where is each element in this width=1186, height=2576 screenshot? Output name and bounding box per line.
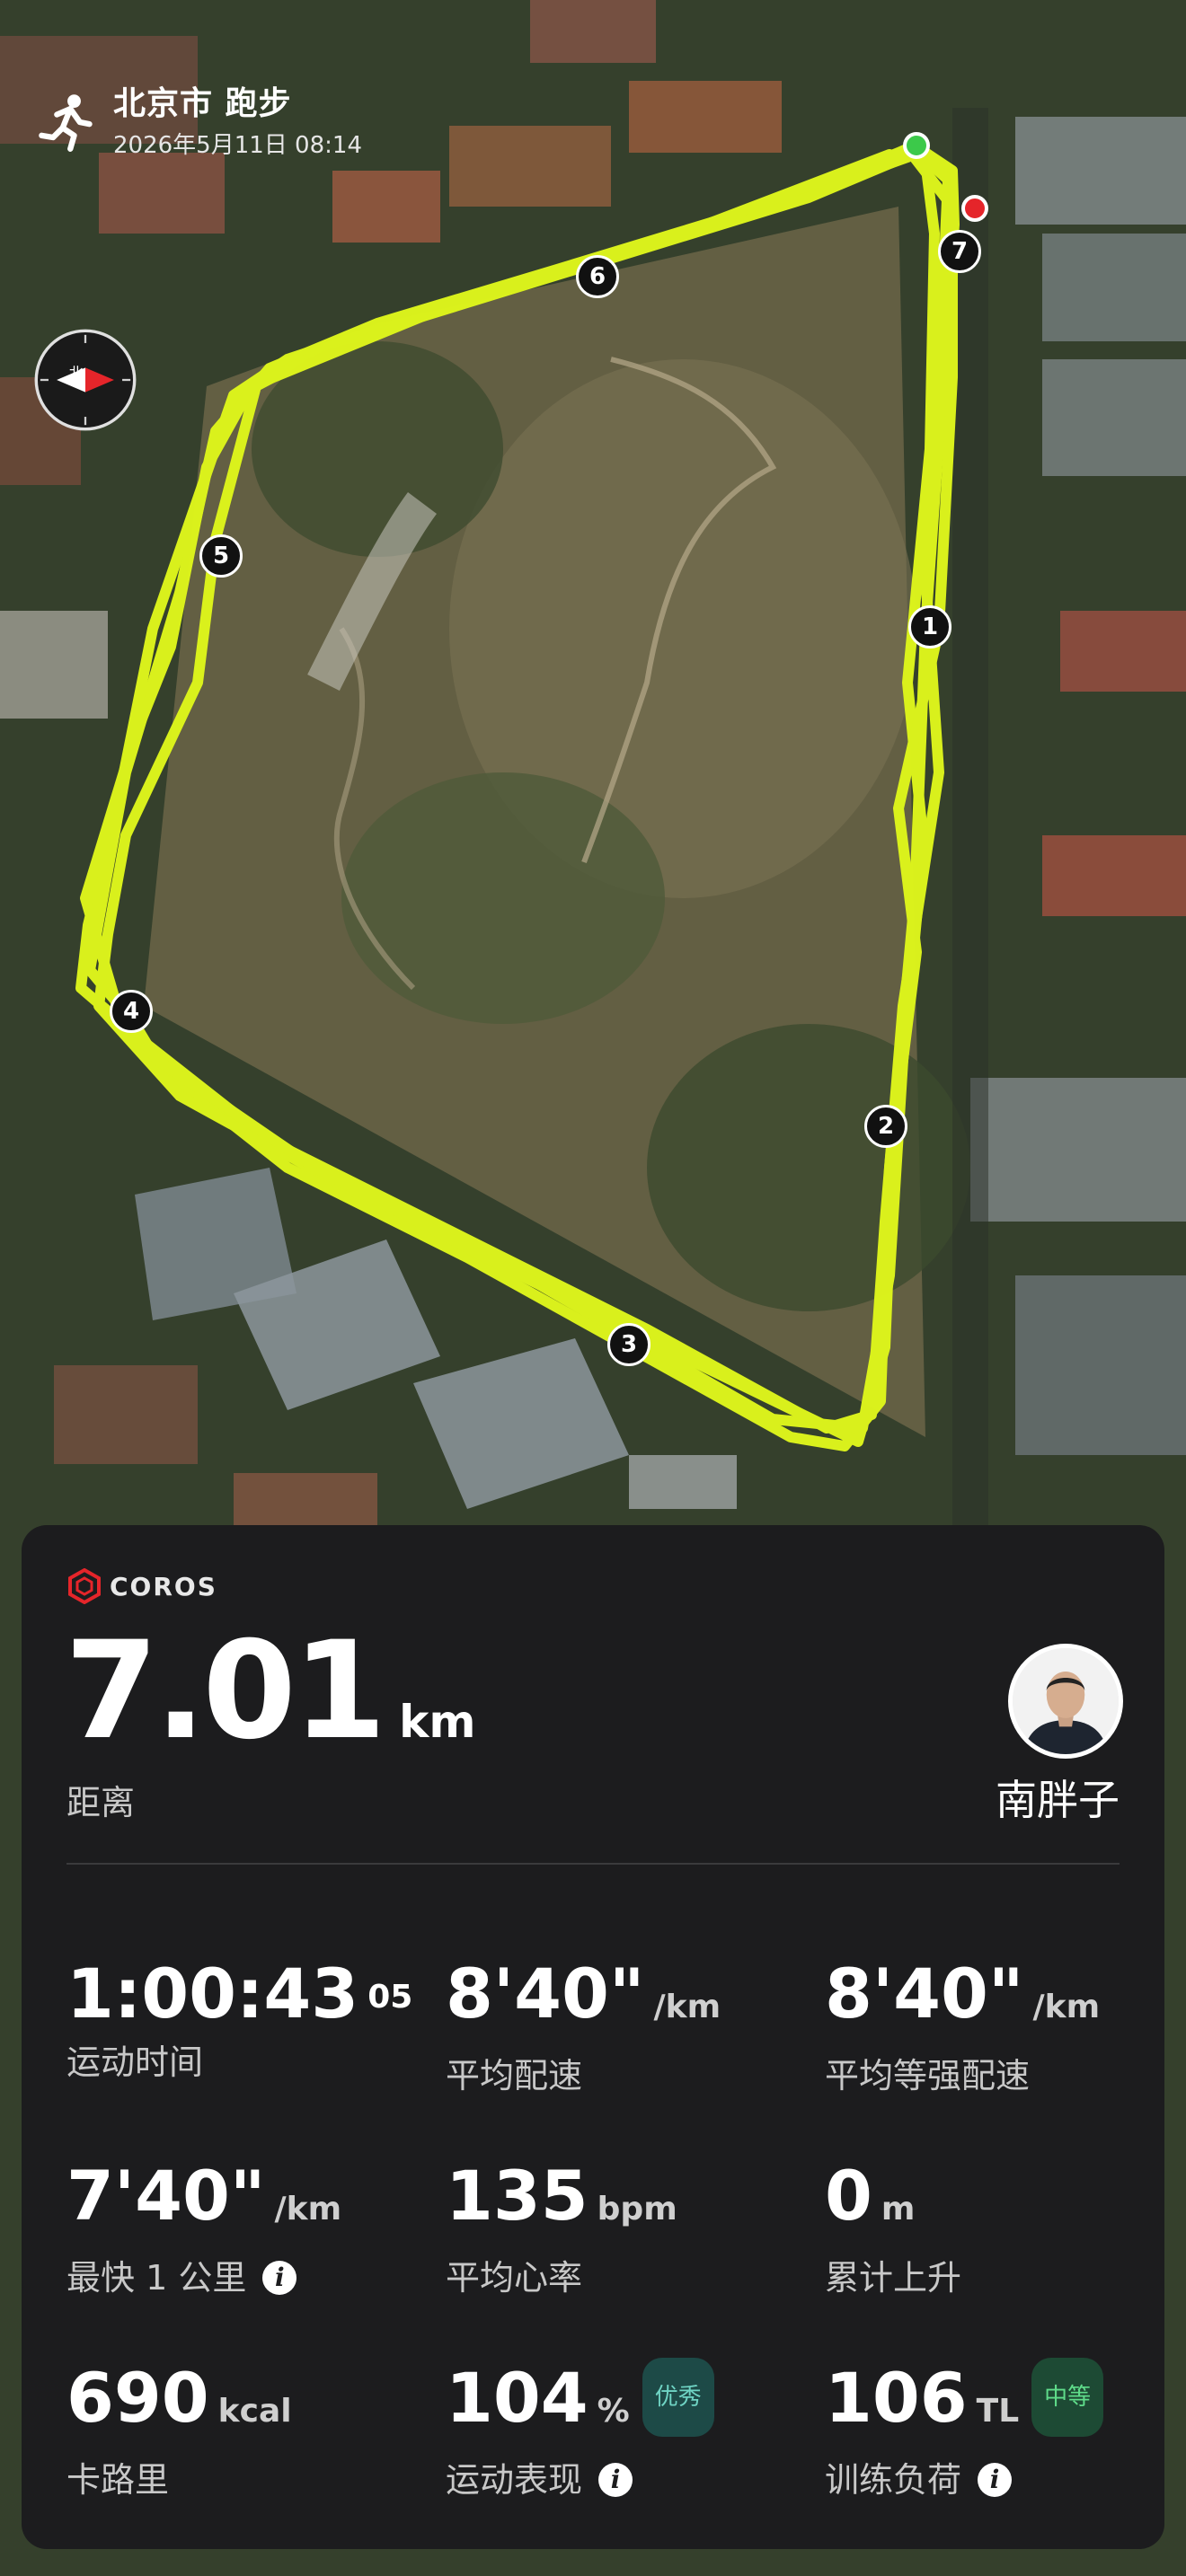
fastest-km-label: 最快 1 公里 <box>66 2258 247 2298</box>
calories-label: 卡路里 <box>66 2460 170 2500</box>
fastest-km-value: 7'40" <box>66 2156 266 2236</box>
ascent-label: 累计上升 <box>825 2258 962 2298</box>
avg-hr-value: 135 <box>446 2156 589 2236</box>
km-marker-3[interactable]: 3 <box>607 1323 651 1366</box>
avg-hr-unit: bpm <box>597 2191 677 2228</box>
avg-pace-value: 8'40" <box>446 1954 645 2033</box>
km-marker-4[interactable]: 4 <box>110 990 153 1033</box>
user-avatar-icon <box>1013 1648 1119 1754</box>
stat-avg-hr: 135 bpm 平均心率 <box>446 2158 677 2299</box>
ascent-unit: m <box>881 2191 916 2228</box>
performance-label: 运动表现 <box>446 2460 583 2500</box>
performance-value: 104 <box>446 2358 589 2438</box>
avg-grade-pace-value: 8'40" <box>825 1954 1024 2033</box>
activity-header: 北京市 跑步 2026年5月11日 08:14 <box>36 77 362 167</box>
km-marker-7[interactable]: 7 <box>938 230 981 273</box>
coros-logo-icon <box>68 1568 101 1604</box>
stat-avg-pace: 8'40"/km 平均配速 <box>446 1956 721 2097</box>
duration-label: 运动时间 <box>66 2042 204 2082</box>
distance-value-group: 7.01 km <box>65 1624 475 1759</box>
info-icon[interactable]: i <box>598 2463 633 2497</box>
ascent-value: 0 <box>825 2156 872 2236</box>
km-marker-5[interactable]: 5 <box>199 534 243 578</box>
fastest-km-unit: /km <box>274 2191 342 2228</box>
avatar[interactable] <box>1008 1644 1123 1759</box>
avg-hr-label: 平均心率 <box>446 2258 583 2298</box>
training-load-value: 106 <box>825 2358 968 2438</box>
user-name: 南胖子 <box>996 1776 1120 1824</box>
stat-training-load: 106 TL 中等 训练负荷 i <box>825 2358 1104 2501</box>
activity-title: 北京市 跑步 <box>113 85 292 122</box>
training-load-unit: TL <box>976 2393 1020 2430</box>
activity-datetime: 2026年5月11日 08:14 <box>113 132 362 159</box>
running-icon <box>39 94 93 152</box>
avg-pace-label: 平均配速 <box>446 2056 583 2095</box>
performance-badge: 优秀 <box>642 2358 714 2437</box>
avg-grade-pace-label: 平均等强配速 <box>825 2056 1031 2095</box>
duration-value: 1:00:43 <box>66 1954 359 2033</box>
distance-value: 7.01 <box>65 1613 386 1769</box>
compass-icon[interactable]: 北 <box>34 329 137 431</box>
info-icon[interactable]: i <box>978 2463 1013 2497</box>
activity-summary-card: COROS 7.01 km 距离 南胖子 1:00:43 05 运动时间 8'40"… <box>22 1525 1164 2549</box>
info-icon[interactable]: i <box>262 2261 297 2295</box>
training-load-label: 训练负荷 <box>825 2460 962 2500</box>
avg-pace-unit: /km <box>653 1989 721 2025</box>
km-marker-2[interactable]: 2 <box>864 1105 907 1148</box>
stat-avg-grade-pace: 8'40"/km 平均等强配速 <box>825 1956 1100 2097</box>
distance-unit: km <box>399 1696 476 1748</box>
duration-hundredths: 05 <box>367 1979 413 2016</box>
calories-unit: kcal <box>217 2393 292 2430</box>
km-marker-1[interactable]: 1 <box>908 605 951 648</box>
brand: COROS <box>66 1568 217 1604</box>
stat-ascent: 0m 累计上升 <box>825 2158 961 2299</box>
svg-text:北: 北 <box>69 365 84 382</box>
stat-fastest-km: 7'40"/km 最快 1 公里 i <box>66 2158 341 2299</box>
avg-grade-pace-unit: /km <box>1032 1989 1101 2025</box>
distance-label: 距离 <box>66 1783 136 1822</box>
stat-calories: 690 kcal 卡路里 <box>66 2360 292 2501</box>
brand-name: COROS <box>110 1571 217 1601</box>
stat-duration: 1:00:43 05 运动时间 <box>66 1956 412 2084</box>
divider <box>66 1863 1120 1865</box>
stat-performance: 104% 优秀 运动表现 i <box>446 2358 714 2501</box>
calories-value: 690 <box>66 2358 209 2438</box>
training-load-badge: 中等 <box>1031 2358 1104 2437</box>
km-marker-6[interactable]: 6 <box>576 255 619 298</box>
performance-unit: % <box>597 2393 630 2430</box>
